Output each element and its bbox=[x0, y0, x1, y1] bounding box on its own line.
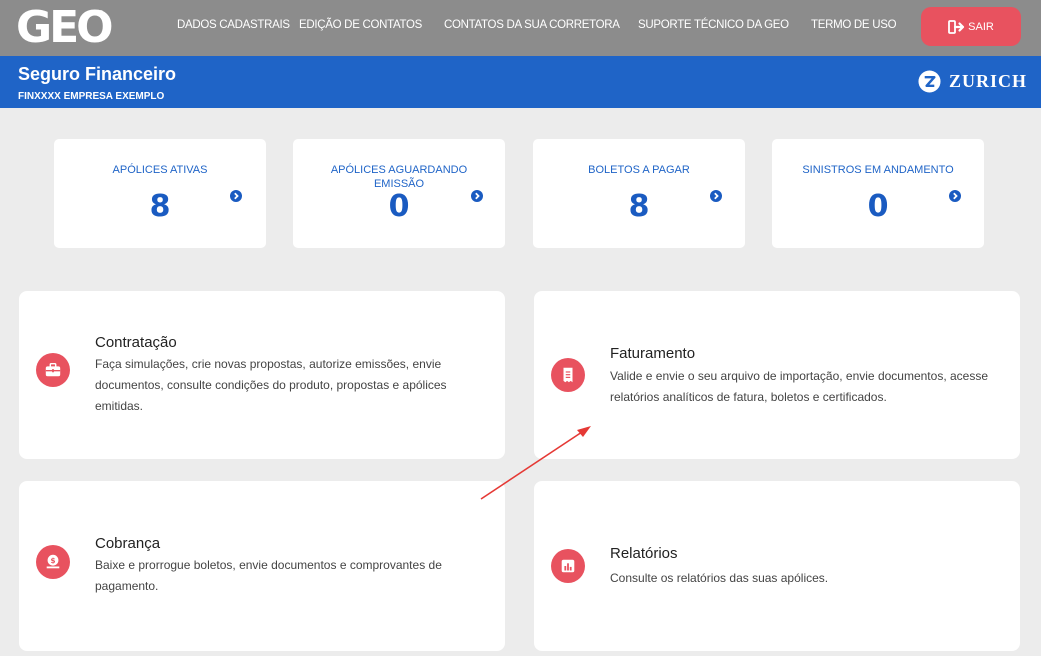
money-icon: $ bbox=[36, 545, 70, 579]
stat-label: BOLETOS A PAGAR bbox=[588, 164, 690, 176]
insurer-logo: ZURICH bbox=[918, 70, 1027, 93]
logout-label: SAIR bbox=[968, 20, 994, 33]
card-faturamento[interactable]: Faturamento Valide e envie o seu arquivo… bbox=[534, 291, 1020, 459]
card-relatorios[interactable]: Relatórios Consulte os relatórios das su… bbox=[534, 481, 1020, 651]
card-description: Baixe e prorrogue boletos, envie documen… bbox=[95, 558, 442, 593]
nav-suporte-tecnico[interactable]: SUPORTE TÉCNICO DA GEO bbox=[638, 19, 789, 31]
stat-label: APÓLICES ATIVAS bbox=[112, 164, 208, 176]
logout-icon bbox=[948, 19, 965, 34]
logout-button[interactable]: SAIR bbox=[921, 7, 1021, 46]
company-name: FINXXXX EMPRESA EXEMPLO bbox=[18, 91, 165, 102]
nav-dados-cadastrais[interactable]: DADOS CADASTRAIS bbox=[177, 19, 290, 31]
chevron-right-icon[interactable] bbox=[230, 190, 242, 202]
top-navbar: GEO ® DADOS CADASTRAIS EDIÇÃO DE CONTATO… bbox=[0, 0, 1041, 56]
zurich-logo-icon bbox=[918, 70, 941, 93]
stat-card-sinistros[interactable]: SINISTROS EM ANDAMENTO 0 bbox=[772, 139, 984, 248]
bar-chart-icon bbox=[551, 549, 585, 583]
card-title: Faturamento bbox=[610, 345, 696, 362]
stat-card-apolices-ativas[interactable]: APÓLICES ATIVAS 8 bbox=[54, 139, 266, 248]
chevron-right-icon[interactable] bbox=[710, 190, 722, 202]
briefcase-icon bbox=[36, 353, 70, 387]
stat-card-apolices-aguardando[interactable]: APÓLICES AGUARDANDO EMISSÃO 0 bbox=[293, 139, 505, 248]
stat-label: SINISTROS EM ANDAMENTO bbox=[802, 164, 954, 176]
stat-card-boletos[interactable]: BOLETOS A PAGAR 8 bbox=[533, 139, 745, 248]
card-title: Relatórios bbox=[610, 545, 678, 562]
geo-logo[interactable]: GEO ® bbox=[16, 3, 114, 53]
registered-mark-icon: ® bbox=[98, 9, 104, 18]
insurer-name: ZURICH bbox=[949, 71, 1028, 91]
card-title: Cobrança bbox=[95, 535, 161, 552]
chevron-right-icon[interactable] bbox=[949, 190, 961, 202]
receipt-icon bbox=[551, 358, 585, 392]
nav-contatos-corretora[interactable]: CONTATOS DA SUA CORRETORA bbox=[444, 19, 620, 31]
chevron-right-icon[interactable] bbox=[471, 190, 483, 202]
nav-termo-uso[interactable]: TERMO DE USO bbox=[811, 19, 897, 31]
card-cobranca[interactable]: $ Cobrança Baixe e prorrogue boletos, en… bbox=[19, 481, 505, 651]
card-title: Contratação bbox=[95, 334, 177, 351]
logo-text: GEO bbox=[16, 2, 114, 53]
stat-label: APÓLICES AGUARDANDO EMISSÃO bbox=[330, 164, 468, 190]
card-description: Faça simulações, crie novas propostas, a… bbox=[95, 357, 447, 413]
card-contratacao[interactable]: Contratação Faça simulações, crie novas … bbox=[19, 291, 505, 459]
nav-edicao-contatos[interactable]: EDIÇÃO DE CONTATOS bbox=[299, 19, 422, 31]
svg-text:$: $ bbox=[50, 556, 55, 565]
card-description: Valide e envie o seu arquivo de importaç… bbox=[610, 369, 989, 404]
card-description: Consulte os relatórios das suas apólices… bbox=[610, 571, 829, 585]
product-header: Seguro Financeiro FINXXXX EMPRESA EXEMPL… bbox=[0, 56, 1041, 108]
product-title: Seguro Financeiro bbox=[18, 64, 177, 84]
